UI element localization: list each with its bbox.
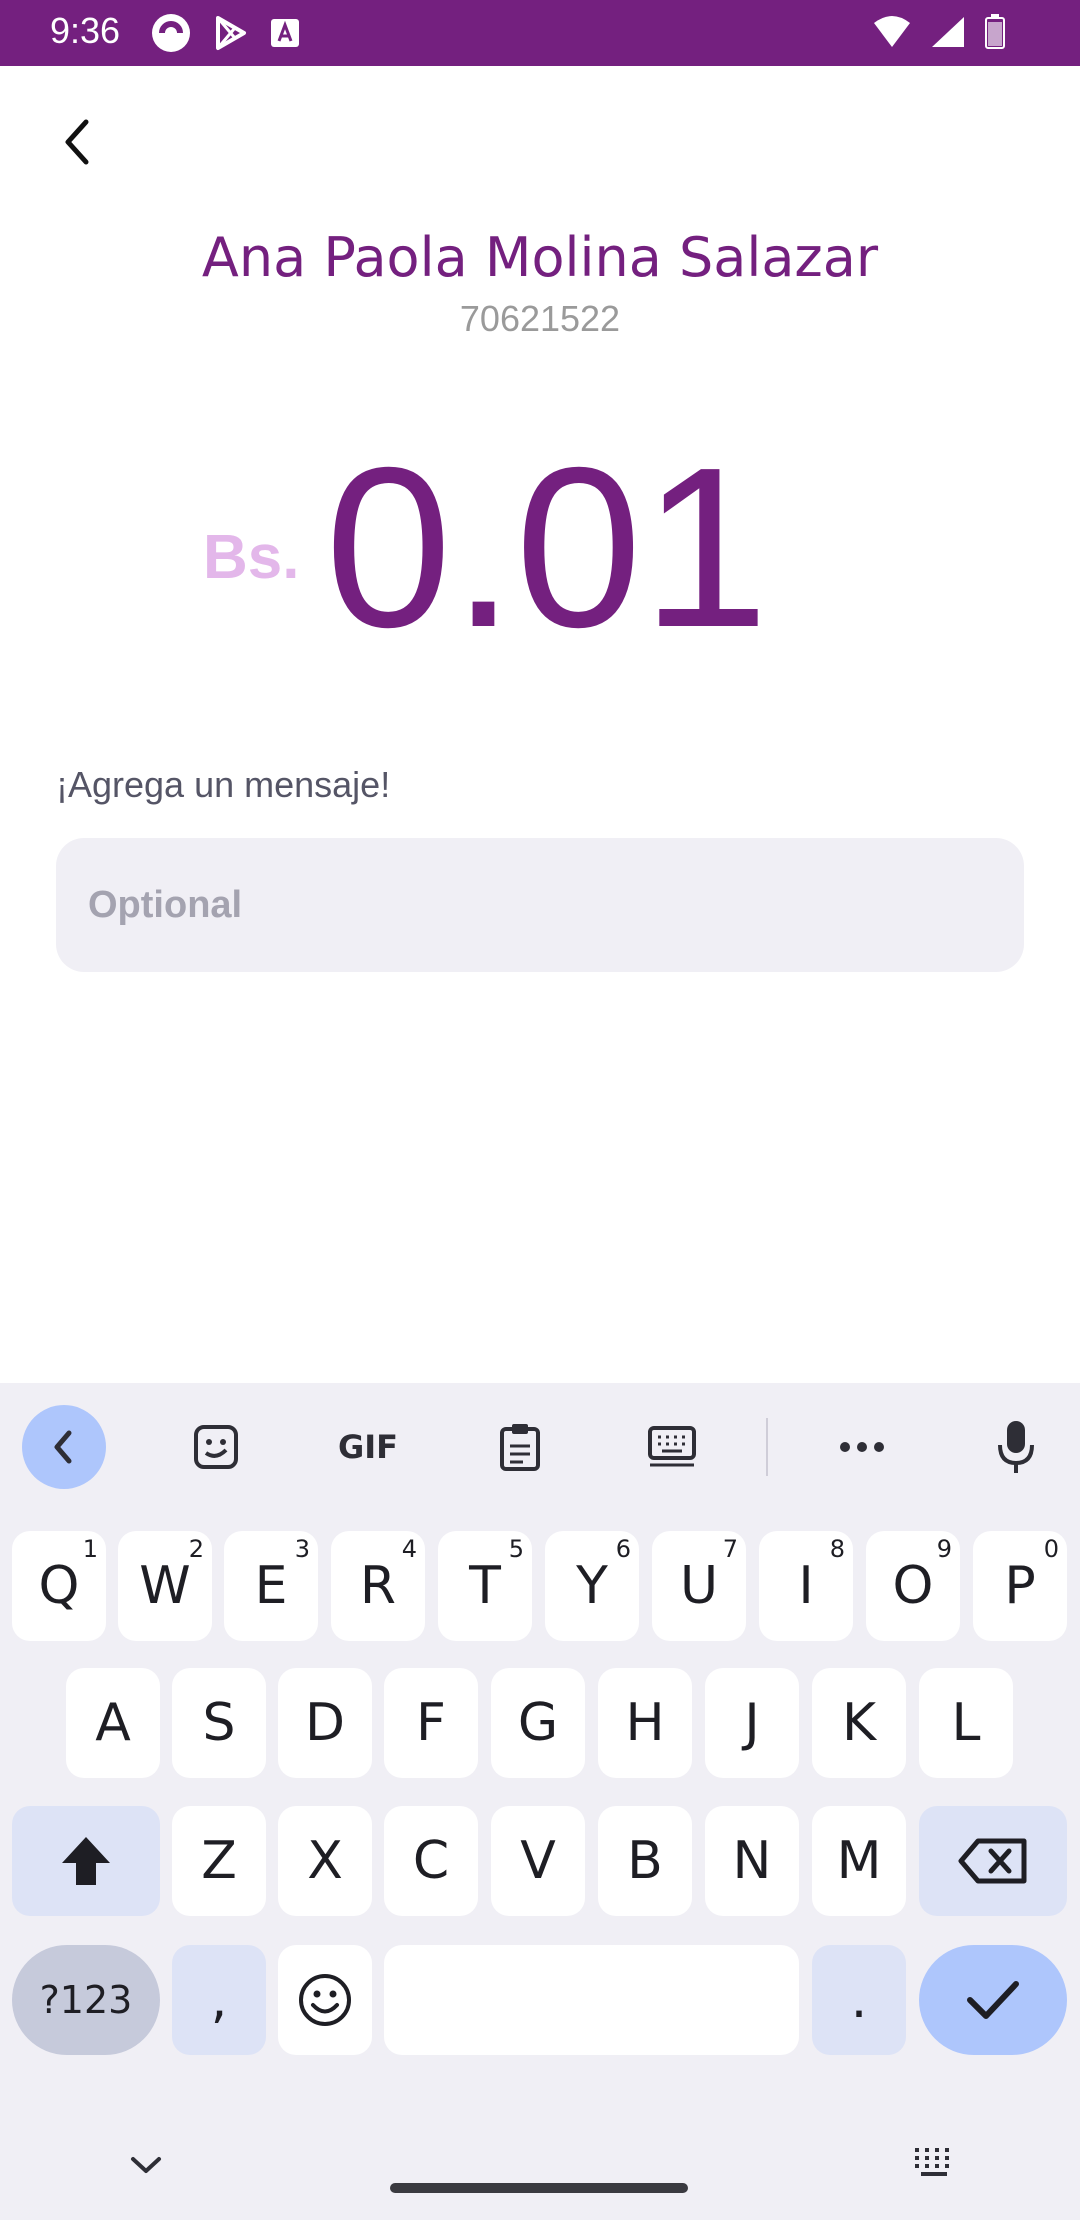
key-hint: 7 [722,1535,738,1563]
shift-icon [62,1837,110,1885]
key-c[interactable]: C [384,1806,478,1916]
checkmark-icon [967,1981,1019,2019]
amount-value: 0.01 [325,421,769,675]
key-label: R [359,1556,397,1616]
wifi-icon [874,16,910,47]
shift-key[interactable] [12,1806,160,1916]
play-store-icon [216,16,246,50]
key-label: P [1004,1556,1036,1616]
key-label: U [679,1556,719,1616]
toolbar-separator [766,1418,768,1476]
signal-icon [932,17,964,47]
key-s[interactable]: S [172,1668,266,1778]
key-d[interactable]: D [278,1668,372,1778]
key-hint: 1 [82,1535,98,1563]
key-label: I [798,1556,814,1616]
mode-switch-key[interactable]: ?123 [12,1945,160,2055]
key-label: Q [38,1556,80,1616]
key-hint: 4 [401,1535,417,1563]
key-hint: 0 [1043,1535,1059,1563]
key-p[interactable]: P0 [973,1531,1067,1641]
key-x[interactable]: X [278,1806,372,1916]
system-icons [872,14,1006,50]
notification-icons [150,12,302,54]
app-circle-icon [152,14,190,52]
key-u[interactable]: U7 [652,1531,746,1641]
key-hint: 9 [936,1535,952,1563]
key-k[interactable]: K [812,1668,906,1778]
key-g[interactable]: G [491,1668,585,1778]
key-f[interactable]: F [384,1668,478,1778]
status-time: 9:36 [50,10,121,51]
key-o[interactable]: O9 [866,1531,960,1641]
message-label: ¡Agrega un mensaje! [56,764,391,805]
screen: 9:36 Ana Paola Molina Salazar 70621522 B… [0,0,1080,2220]
clipboard-icon [500,1424,540,1471]
key-i[interactable]: I8 [759,1531,853,1641]
key-hint: 2 [188,1535,204,1563]
emoji-icon [299,1974,351,2026]
keyboard-layout-button[interactable] [630,1405,714,1489]
key-w[interactable]: W2 [118,1531,212,1641]
key-label: O [892,1556,934,1616]
comma-key[interactable]: , [172,1945,266,2055]
backspace-icon [958,1838,1027,1884]
done-key[interactable] [919,1945,1067,2055]
key-label: E [254,1556,288,1616]
key-l[interactable]: L [919,1668,1013,1778]
more-button[interactable] [820,1405,904,1489]
key-label: T [469,1556,501,1616]
back-button[interactable] [48,112,108,172]
keyboard: GIF Q1 W2 E3 R4 T5 Y6 U7 I8 O9 P0 A S D … [0,1383,1080,2220]
currency-label: Bs. [203,523,300,592]
key-v[interactable]: V [491,1806,585,1916]
hide-keyboard-button[interactable] [122,2141,170,2189]
space-key[interactable] [384,1945,799,2055]
chevron-left-icon [54,1430,72,1464]
recipient-name: Ana Paola Molina Salazar [201,226,879,289]
key-h[interactable]: H [598,1668,692,1778]
sticker-button[interactable] [174,1405,258,1489]
status-bar: 9:36 [0,0,1080,66]
message-input[interactable] [56,838,1024,972]
emoji-key[interactable] [278,1945,372,2055]
key-e[interactable]: E3 [224,1531,318,1641]
backspace-key[interactable] [919,1806,1067,1916]
chevron-left-icon [65,119,89,165]
keyboard-switch-button[interactable] [910,2139,958,2187]
home-indicator[interactable] [390,2183,688,2193]
app-a-icon [271,19,299,47]
key-t[interactable]: T5 [438,1531,532,1641]
key-hint: 8 [829,1535,845,1563]
battery-icon [985,14,1005,49]
recipient-phone: 70621522 [459,298,621,339]
more-icon [840,1442,884,1452]
chevron-down-icon [131,2157,161,2173]
key-r[interactable]: R4 [331,1531,425,1641]
key-j[interactable]: J [705,1668,799,1778]
sticker-icon [194,1425,238,1469]
key-label: W [139,1556,191,1616]
key-hint: 3 [294,1535,310,1563]
key-z[interactable]: Z [172,1806,266,1916]
amount-display[interactable]: Bs. 0.01 [0,434,1080,670]
key-label: Y [576,1556,608,1616]
key-m[interactable]: M [812,1806,906,1916]
gif-button[interactable]: GIF [326,1405,410,1489]
mic-button[interactable] [974,1405,1058,1489]
key-q[interactable]: Q1 [12,1531,106,1641]
key-hint: 5 [508,1535,524,1563]
keyboard-toolbar: GIF [0,1383,1080,1513]
key-hint: 6 [615,1535,631,1563]
toolbar-back-button[interactable] [22,1405,106,1489]
key-a[interactable]: A [66,1668,160,1778]
key-b[interactable]: B [598,1806,692,1916]
period-key[interactable]: . [812,1945,906,2055]
key-y[interactable]: Y6 [545,1531,639,1641]
keyboard-layout-icon [648,1426,696,1467]
key-n[interactable]: N [705,1806,799,1916]
mic-icon [998,1421,1034,1473]
clipboard-button[interactable] [478,1405,562,1489]
keyboard-icon [915,2148,949,2176]
